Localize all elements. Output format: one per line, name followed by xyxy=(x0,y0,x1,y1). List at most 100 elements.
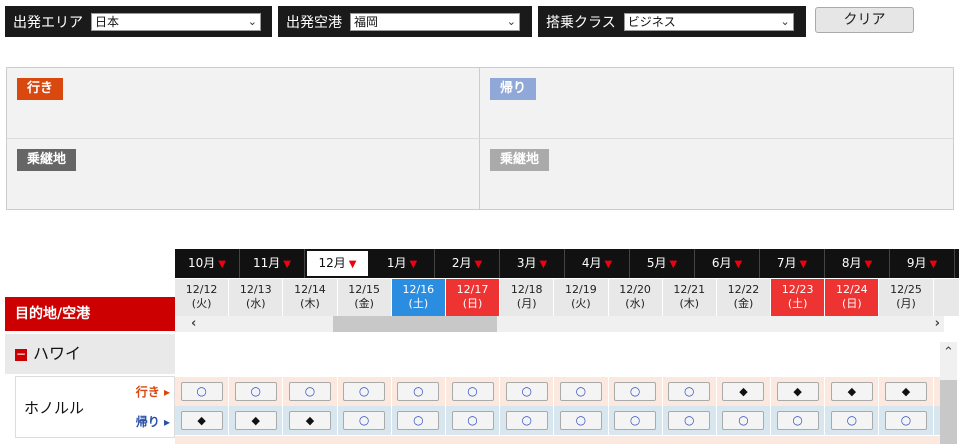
available-button[interactable]: ○ xyxy=(559,382,602,401)
available-button[interactable]: ○ xyxy=(830,411,873,430)
available-button[interactable]: ○ xyxy=(559,411,602,430)
region-row[interactable]: − ハワイ xyxy=(5,334,175,374)
availability-cell: ○ xyxy=(825,406,880,435)
date-column-header: 12/20 (水) xyxy=(609,279,663,316)
outbound-row: ○ ○ ○ ○ ○ ○ ○ ○ ○ ○ ◆ ◆ ◆ ◆ xyxy=(175,377,940,406)
date-label: 12/17 xyxy=(456,283,489,296)
available-button[interactable]: ○ xyxy=(505,382,548,401)
availability-cell: ○ xyxy=(500,406,555,435)
availability-cell: ○ xyxy=(446,377,501,406)
date-label: 12/18 xyxy=(510,283,543,296)
dropdown-triangle-icon: ▼ xyxy=(218,259,226,270)
available-button[interactable]: ○ xyxy=(668,382,711,401)
month-label: 4月 xyxy=(581,256,602,270)
available-button[interactable]: ○ xyxy=(505,411,548,430)
availability-cell: ○ xyxy=(717,406,772,435)
date-column-header: 12/21 (木) xyxy=(663,279,717,316)
availability-cell: ○ xyxy=(771,406,826,435)
available-button[interactable]: ○ xyxy=(397,411,440,430)
availability-cell: ◆ xyxy=(229,406,284,435)
limited-button[interactable]: ◆ xyxy=(830,382,873,401)
weekday-label: (火) xyxy=(191,297,212,310)
departure-area-select[interactable]: 日本 ⌄ xyxy=(91,12,261,31)
departure-airport-select[interactable]: 福岡 ⌄ xyxy=(350,12,520,31)
panel-divider xyxy=(7,138,953,139)
route-panel: 行き 帰り 乗継地 乗継地 xyxy=(6,67,954,210)
month-tab[interactable]: 12月 ▼ xyxy=(305,249,370,278)
availability-cell: ◆ xyxy=(825,377,880,406)
limited-button[interactable]: ◆ xyxy=(234,411,277,430)
month-label: 9月 xyxy=(906,256,927,270)
weekday-label: (土) xyxy=(408,297,429,310)
month-tab[interactable]: 10月 ▼ xyxy=(175,249,240,278)
vertical-scrollbar[interactable]: ⌃ xyxy=(940,342,957,444)
weekday-label: (月) xyxy=(516,297,537,310)
available-button[interactable]: ○ xyxy=(343,411,386,430)
limited-button[interactable]: ◆ xyxy=(885,382,928,401)
weekday-label: (土) xyxy=(787,297,808,310)
available-button[interactable]: ○ xyxy=(668,411,711,430)
availability-cell: ○ xyxy=(229,377,284,406)
month-label: 12月 xyxy=(318,256,346,270)
weekday-label: (月) xyxy=(896,297,916,310)
month-tab[interactable]: 2月 ▼ xyxy=(435,249,500,278)
outbound-tag: 行き xyxy=(17,78,64,100)
month-label: 11月 xyxy=(253,256,281,270)
date-column-header: 12/19 (火) xyxy=(554,279,609,316)
available-button[interactable]: ○ xyxy=(343,382,386,401)
chevron-right-icon[interactable]: › xyxy=(935,316,940,332)
availability-cell: ○ xyxy=(175,377,230,406)
clear-button[interactable]: クリア xyxy=(815,7,914,33)
date-label: 12/25 xyxy=(890,283,922,296)
availability-cell: ○ xyxy=(609,406,663,435)
month-tab[interactable]: 7月 ▼ xyxy=(760,249,825,278)
return-row: ◆ ◆ ◆ ○ ○ ○ ○ ○ ○ ○ ○ ○ ○ ○ xyxy=(175,406,940,435)
available-button[interactable]: ○ xyxy=(234,382,277,401)
limited-button[interactable]: ◆ xyxy=(722,382,765,401)
cabin-class-value: ビジネス xyxy=(627,14,676,29)
collapse-icon[interactable]: − xyxy=(15,348,27,361)
chevron-up-icon[interactable]: ⌃ xyxy=(940,342,957,364)
month-tab[interactable]: 4月 ▼ xyxy=(565,249,630,278)
scrollbar-thumb[interactable] xyxy=(333,316,497,332)
month-tab[interactable]: 6月 ▼ xyxy=(695,249,760,278)
available-button[interactable]: ○ xyxy=(180,382,223,401)
available-button[interactable]: ○ xyxy=(288,382,331,401)
month-tab[interactable]: 9月 ▼ xyxy=(890,249,955,278)
date-column-header: 12/18 (月) xyxy=(500,279,555,316)
month-tab[interactable]: 3月 ▼ xyxy=(500,249,565,278)
month-label: 6月 xyxy=(711,256,732,270)
date-label: 12/20 xyxy=(619,283,651,296)
horizontal-scrollbar[interactable]: ‹ › xyxy=(175,316,944,332)
limited-button[interactable]: ◆ xyxy=(180,411,223,430)
return-transfer-tag: 乗継地 xyxy=(490,149,550,171)
available-button[interactable]: ○ xyxy=(722,411,765,430)
scrollbar-thumb[interactable] xyxy=(940,380,957,444)
month-tab[interactable]: 11月 ▼ xyxy=(240,249,305,278)
available-button[interactable]: ○ xyxy=(885,411,928,430)
departure-airport-filter: 出発空港 福岡 ⌄ xyxy=(278,6,532,37)
month-label: 10月 xyxy=(188,256,216,270)
availability-cell: ○ xyxy=(446,406,501,435)
month-tab[interactable]: 1月 ▼ xyxy=(370,249,435,278)
weekday-label: (金) xyxy=(354,297,374,310)
chevron-left-icon[interactable]: ‹ xyxy=(191,316,196,332)
limited-button[interactable]: ◆ xyxy=(776,382,819,401)
availability-cell: ◆ xyxy=(771,377,826,406)
limited-button[interactable]: ◆ xyxy=(288,411,331,430)
available-button[interactable]: ○ xyxy=(776,411,819,430)
month-tab[interactable]: 8月 ▼ xyxy=(825,249,890,278)
availability-cell: ○ xyxy=(500,377,555,406)
available-button[interactable]: ○ xyxy=(614,382,657,401)
month-tab[interactable]: 5月 ▼ xyxy=(630,249,695,278)
available-button[interactable]: ○ xyxy=(451,411,494,430)
date-column-header: 12/23 (土) xyxy=(771,279,826,316)
city-block: ホノルル 行き ▸ 帰り ▸ xyxy=(15,376,175,438)
dropdown-triangle-icon: ▼ xyxy=(539,259,548,270)
cabin-class-select[interactable]: ビジネス ⌄ xyxy=(623,12,794,31)
available-button[interactable]: ○ xyxy=(451,382,494,401)
departure-area-value: 日本 xyxy=(95,14,120,29)
available-button[interactable]: ○ xyxy=(614,411,657,430)
availability-cell: ○ xyxy=(283,377,338,406)
available-button[interactable]: ○ xyxy=(397,382,440,401)
